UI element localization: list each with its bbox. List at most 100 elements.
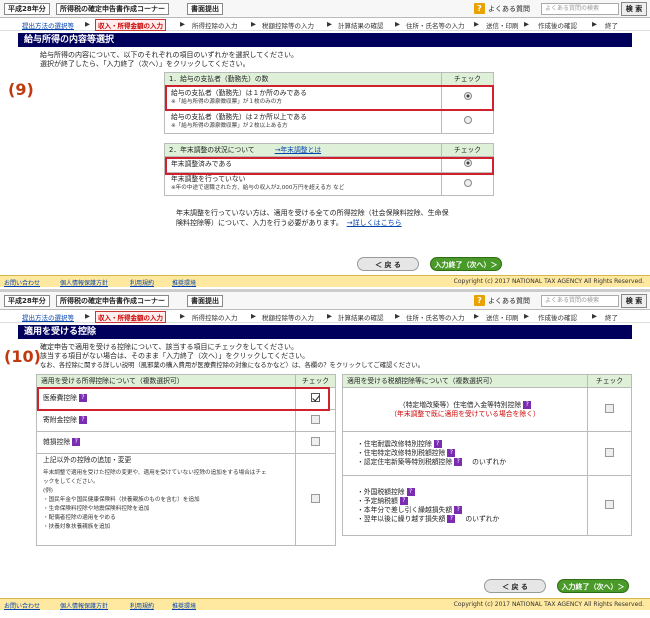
step-result: 計算結果の確認 — [338, 314, 384, 322]
housing-loan-label: （特定増改築等）住宅借入金等特別控除 — [398, 400, 522, 409]
footer-env-link[interactable]: 推奨環境 — [172, 278, 196, 287]
right-check-header: チェック — [587, 374, 632, 388]
step-confirm: 作成後の確認 — [538, 314, 577, 322]
footer-privacy-link[interactable]: 個人情報保護方針 — [60, 601, 108, 610]
question-icon: ? — [474, 3, 485, 14]
footer-terms-link[interactable]: 利用規約 — [130, 278, 154, 287]
footer-contact-link[interactable]: お問い合わせ — [4, 601, 40, 610]
help-icon[interactable]: ? — [72, 438, 81, 446]
footer-privacy-link[interactable]: 個人情報保護方針 — [60, 278, 108, 287]
footer: お問い合わせ 個人情報保護方針 利用規約 推奨環境 Copyright (c) … — [0, 598, 650, 610]
right-header: 適用を受ける税額控除等について（複数選択可） — [342, 374, 588, 388]
either-label: のいずれか — [472, 458, 507, 466]
help-icon[interactable]: ? — [433, 440, 442, 448]
other-deduction-checkbox[interactable] — [311, 493, 320, 503]
panel-deductions: 平成28年分 所得税の確定申告書作成コーナー 書面提出 ? よくある質問 よくあ… — [0, 292, 650, 618]
other-desc-7: ・扶養対象扶養親族を追加 — [43, 524, 111, 530]
copyright: Copyright (c) 2017 NATIONAL TAX AGENCY A… — [453, 601, 644, 608]
era-year-label: 平成28年分 — [4, 295, 50, 307]
instruction-3: なお、各控除に関する詳しい説明（風邪薬の購入費用が医療費控除の対象になるかなど）… — [40, 362, 424, 369]
step-income: 収入・所得金額の入力 — [95, 311, 166, 323]
faq-search-input[interactable]: よくある質問の検索 — [541, 3, 619, 15]
next-year-loss-label: 翌年以後に繰り越す損失額 — [363, 514, 446, 523]
step-address: 住所・氏名等の入力 — [406, 314, 465, 322]
casualty-deduction-checkbox[interactable] — [311, 436, 320, 446]
highlight-frame — [37, 387, 330, 411]
back-button[interactable]: ＜ 戻 る — [357, 257, 419, 271]
footer-contact-link[interactable]: お問い合わせ — [4, 278, 40, 287]
era-year-label: 平成28年分 — [4, 3, 50, 15]
either-label: のいずれか — [465, 514, 500, 523]
faq-link[interactable]: よくある質問 — [488, 296, 530, 306]
corner-title: 所得税の確定申告書作成コーナー — [56, 3, 169, 15]
top-header: 平成28年分 所得税の確定申告書作成コーナー 書面提出 ? よくある質問 よくあ… — [0, 292, 650, 310]
next-button[interactable]: 入力終了（次へ）＞ — [557, 579, 629, 593]
print-submit-label: 書面提出 — [187, 295, 223, 307]
page-title: 給与所得の内容等選択 — [18, 33, 632, 47]
q2-check-header: チェック — [441, 143, 494, 157]
other-desc-5: ・生命保険料控除や地震保険料控除を追加 — [43, 506, 150, 512]
top-header: 平成28年分 所得税の確定申告書作成コーナー 書面提出 ? よくある質問 よくあ… — [0, 0, 650, 18]
q2-header: 2．年末調整の状況について — [169, 145, 255, 154]
step-method[interactable]: 提出方法の選択等 — [22, 312, 74, 322]
help-icon[interactable]: ? — [523, 400, 532, 409]
earthquake-label: 住宅耐震改修特別控除 — [363, 440, 432, 448]
left-header: 適用を受ける所得控除について（複数選択可） — [36, 374, 296, 388]
copyright: Copyright (c) 2017 NATIONAL TAX AGENCY A… — [453, 278, 644, 285]
print-submit-label: 書面提出 — [187, 3, 223, 15]
details-link[interactable]: →詳しくはこちら — [347, 219, 402, 227]
q2-not-done-radio[interactable] — [463, 178, 472, 187]
faq-link[interactable]: よくある質問 — [488, 4, 530, 14]
q1-two-radio[interactable] — [463, 116, 472, 124]
help-icon[interactable]: ? — [447, 449, 456, 457]
other-desc-6: ・配偶者控除の適用をやめる — [43, 515, 116, 521]
help-icon[interactable]: ? — [454, 458, 463, 466]
q2-option-not-done-note: ※年の中途で退職された方、給与の収入が2,000万円を超える方 など — [171, 185, 345, 191]
step-marker: (9) — [8, 80, 34, 99]
housing-credit-checkbox[interactable] — [605, 447, 614, 457]
donation-deduction-label: 寄附金控除 — [43, 416, 77, 424]
note-line-1: 年末調整を行っていない方は、適用を受ける全ての所得控除（社会保険料控除、生命保 — [176, 209, 449, 217]
year-end-link[interactable]: →年末調整とは — [275, 146, 321, 154]
donation-deduction-checkbox[interactable] — [311, 414, 320, 424]
step-end: 終了 — [605, 314, 618, 322]
step-deduction: 所得控除の入力 — [192, 314, 238, 322]
next-button[interactable]: 入力終了（次へ）＞ — [430, 257, 502, 271]
step-confirm: 作成後の確認 — [538, 22, 577, 30]
help-icon[interactable]: ? — [406, 487, 415, 496]
step-result: 計算結果の確認 — [338, 22, 384, 30]
step-income: 収入・所得金額の入力 — [95, 19, 166, 31]
help-icon[interactable]: ? — [447, 514, 456, 523]
highlight-frame — [165, 85, 494, 111]
progress-steps: 提出方法の選択等 ▶ 収入・所得金額の入力 ▶ 所得控除の入力 ▶ 税額控除等の… — [0, 310, 650, 323]
back-button[interactable]: ＜ 戻 る — [484, 579, 546, 593]
casualty-deduction-label: 雑損控除 — [43, 438, 71, 446]
search-button[interactable]: 検 索 — [621, 2, 647, 16]
search-button[interactable]: 検 索 — [621, 294, 647, 308]
other-credit-checkbox[interactable] — [605, 499, 614, 509]
question-icon: ? — [474, 295, 485, 306]
footer-terms-link[interactable]: 利用規約 — [130, 601, 154, 610]
other-desc-3: (例) — [43, 488, 53, 494]
carryover-loss-label: 本年分で差し引く繰越損失額 — [363, 505, 453, 514]
step-deduction: 所得控除の入力 — [192, 22, 238, 30]
step-tax-credit: 税額控除等の入力 — [262, 22, 314, 30]
footer-env-link[interactable]: 推奨環境 — [172, 601, 196, 610]
housing-loan-note: （年末調整で既に適用を受けている場合を除く） — [390, 409, 540, 418]
highlight-frame — [165, 157, 494, 175]
instruction-1: 確定申告で適用を受ける控除について、該当する項目にチェックをしてください。 — [40, 343, 299, 351]
faq-search-input[interactable]: よくある質問の検索 — [541, 295, 619, 307]
prepaid-tax-label: 予定納税額 — [363, 496, 398, 505]
other-desc-4: ・国民年金や国民健康保険料（扶養親族のものを含む）を追加 — [43, 497, 200, 503]
footer: お問い合わせ 個人情報保護方針 利用規約 推奨環境 Copyright (c) … — [0, 275, 650, 287]
q1-option-two: 給与の支払者（勤務先）は２か所以上である — [171, 112, 307, 121]
help-icon[interactable]: ? — [399, 496, 408, 505]
step-method[interactable]: 提出方法の選択等 — [22, 20, 74, 30]
help-icon[interactable]: ? — [454, 505, 463, 514]
q2-option-not-done: 年末調整を行っていない — [171, 175, 246, 183]
panel-salary-selection: 平成28年分 所得税の確定申告書作成コーナー 書面提出 ? よくある質問 よくあ… — [0, 0, 650, 290]
note-line-2: 険料控除等）について、入力を行う必要があります。 — [176, 219, 343, 227]
help-icon[interactable]: ? — [78, 416, 87, 424]
other-deduction-title: 上記以外の控除の追加・変更 — [43, 456, 132, 464]
housing-loan-checkbox[interactable] — [605, 403, 614, 413]
